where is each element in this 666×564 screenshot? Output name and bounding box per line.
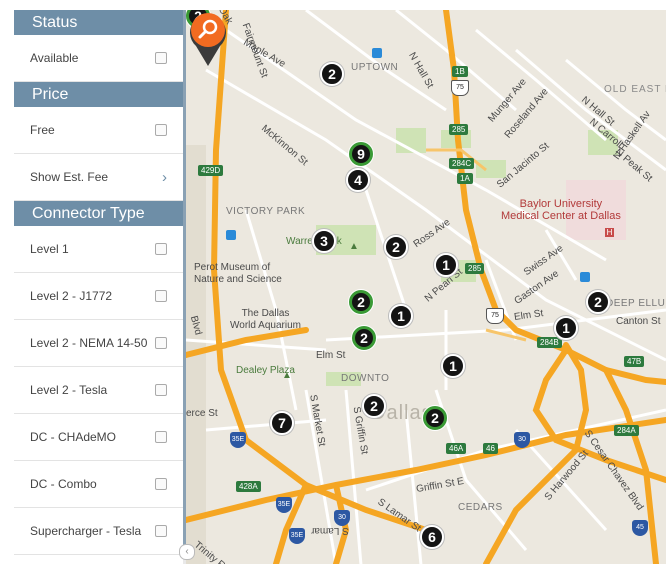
shield-47b: 47B <box>624 356 645 367</box>
search-location-pin[interactable] <box>186 10 230 68</box>
street-commerce: erce St <box>186 408 218 419</box>
filter-level-2-nema[interactable]: Level 2 - NEMA 14-50 <box>14 320 183 367</box>
shield-285-south: 285 <box>465 263 485 274</box>
filter-level-2-j1772-label: Level 2 - J1772 <box>30 289 113 303</box>
shield-46a: 46A <box>446 443 467 454</box>
station-cluster-marker[interactable]: 7 <box>270 411 294 435</box>
filter-free[interactable]: Free <box>14 107 183 154</box>
transit-icon <box>372 48 382 58</box>
area-label-uptown: UPTOWN <box>351 62 399 73</box>
shield-1b: 1B <box>452 66 468 77</box>
station-cluster-marker[interactable]: 2 <box>320 62 344 86</box>
area-label-victory-park: VICTORY PARK <box>226 206 306 217</box>
filter-free-checkbox[interactable] <box>155 124 167 136</box>
filter-supercharger-tesla[interactable]: Supercharger - Tesla <box>14 508 183 555</box>
shield-46: 46 <box>483 443 498 454</box>
station-cluster-marker[interactable]: 1 <box>441 354 465 378</box>
filter-dc-combo-label: DC - Combo <box>30 477 97 491</box>
connector-section-header: Connector Type <box>14 201 183 226</box>
station-cluster-marker[interactable]: 1 <box>434 253 458 277</box>
station-cluster-marker[interactable]: 2 <box>352 326 376 350</box>
collapse-panel-icon[interactable]: ‹ <box>179 544 195 560</box>
station-cluster-marker[interactable]: 4 <box>346 168 370 192</box>
filter-supercharger-tesla-checkbox[interactable] <box>155 525 167 537</box>
shield-i35e: 35E <box>230 432 246 448</box>
shield-285: 285 <box>449 124 469 135</box>
filter-level-1[interactable]: Level 1 <box>14 226 183 273</box>
area-label-old-east: OLD EAST L <box>604 84 666 95</box>
shield-1a: 1A <box>457 173 473 184</box>
station-cluster-marker[interactable]: 3 <box>312 229 336 253</box>
poi-label-baylor: Baylor University Medical Center at Dall… <box>501 198 621 222</box>
street-elm: Elm St <box>316 350 346 361</box>
shield-i45: 45 <box>632 520 648 536</box>
filter-dc-chademo[interactable]: DC - CHAdeMO <box>14 414 183 461</box>
show-est-fee-row[interactable]: Show Est. Fee › <box>14 154 183 201</box>
filter-level-2-j1772[interactable]: Level 2 - J1772 <box>14 273 183 320</box>
filter-level-2-tesla-label: Level 2 - Tesla <box>30 383 108 397</box>
filter-level-2-j1772-checkbox[interactable] <box>155 290 167 302</box>
station-cluster-marker[interactable]: 2 <box>384 235 408 259</box>
station-cluster-marker[interactable]: 1 <box>389 304 413 328</box>
station-cluster-marker[interactable]: 2 <box>362 394 386 418</box>
filter-dc-combo[interactable]: DC - Combo <box>14 461 183 508</box>
filter-available[interactable]: Available <box>14 35 183 82</box>
poi-label-aquarium: The Dallas World Aquarium <box>230 308 301 331</box>
shield-i30-south: 30 <box>334 510 350 526</box>
area-label-deep-ellum: DEEP ELLUM <box>606 298 666 309</box>
filter-free-label: Free <box>30 123 55 137</box>
filter-dc-combo-checkbox[interactable] <box>155 478 167 490</box>
shield-284b: 284B <box>537 337 562 348</box>
filter-level-2-tesla-checkbox[interactable] <box>155 384 167 396</box>
hospital-icon: H <box>605 228 614 237</box>
station-cluster-marker[interactable]: 9 <box>349 142 373 166</box>
shield-us-75: 75 <box>451 80 469 96</box>
shield-284a: 284A <box>614 425 639 436</box>
street-canton: Canton St <box>616 316 661 327</box>
filter-level-1-label: Level 1 <box>30 242 69 256</box>
station-cluster-marker[interactable]: 2 <box>586 290 610 314</box>
map-view[interactable]: UPTOWN OLD EAST L VICTORY PARK Perot Mus… <box>186 10 666 564</box>
park-tree-icon: ▲ <box>282 370 292 381</box>
shield-429d: 429D <box>198 165 224 176</box>
filter-level-1-checkbox[interactable] <box>155 243 167 255</box>
shield-284c: 284C <box>449 158 475 169</box>
area-label-downtown: DOWNTO <box>341 373 390 384</box>
poi-label-perot: Perot Museum of Nature and Science <box>194 262 282 285</box>
chevron-right-icon: › <box>162 168 167 186</box>
station-cluster-marker[interactable]: 2 <box>349 290 373 314</box>
filter-available-checkbox[interactable] <box>155 52 167 64</box>
filter-dc-chademo-label: DC - CHAdeMO <box>30 430 117 444</box>
shield-428a: 428A <box>236 481 261 492</box>
station-cluster-marker[interactable]: 6 <box>420 525 444 549</box>
station-cluster-marker[interactable]: 2 <box>423 406 447 430</box>
transit-icon <box>580 272 590 282</box>
filter-dc-chademo-checkbox[interactable] <box>155 431 167 443</box>
street-s-lamar-south: S Lamar <box>311 525 349 536</box>
park-tree-icon: ▲ <box>349 241 359 252</box>
filter-supercharger-tesla-label: Supercharger - Tesla <box>30 524 142 538</box>
show-est-fee-label: Show Est. Fee <box>30 170 109 184</box>
filter-level-2-nema-checkbox[interactable] <box>155 337 167 349</box>
filter-level-2-nema-label: Level 2 - NEMA 14-50 <box>30 336 148 350</box>
station-cluster-marker[interactable]: 1 <box>554 316 578 340</box>
shield-i35e-bottom: 35E <box>289 528 305 544</box>
shield-us-75-south: 75 <box>486 308 504 324</box>
status-section-header: Status <box>14 10 183 35</box>
transit-icon <box>226 230 236 240</box>
shield-i35e-south: 35E <box>276 497 292 513</box>
filter-panel: Status Available Price Free Show Est. Fe… <box>14 10 183 564</box>
shield-i30: 30 <box>514 432 530 448</box>
price-section-header: Price <box>14 82 183 107</box>
area-label-cedars: CEDARS <box>458 502 503 513</box>
filter-level-2-tesla[interactable]: Level 2 - Tesla <box>14 367 183 414</box>
filter-available-label: Available <box>30 51 79 65</box>
